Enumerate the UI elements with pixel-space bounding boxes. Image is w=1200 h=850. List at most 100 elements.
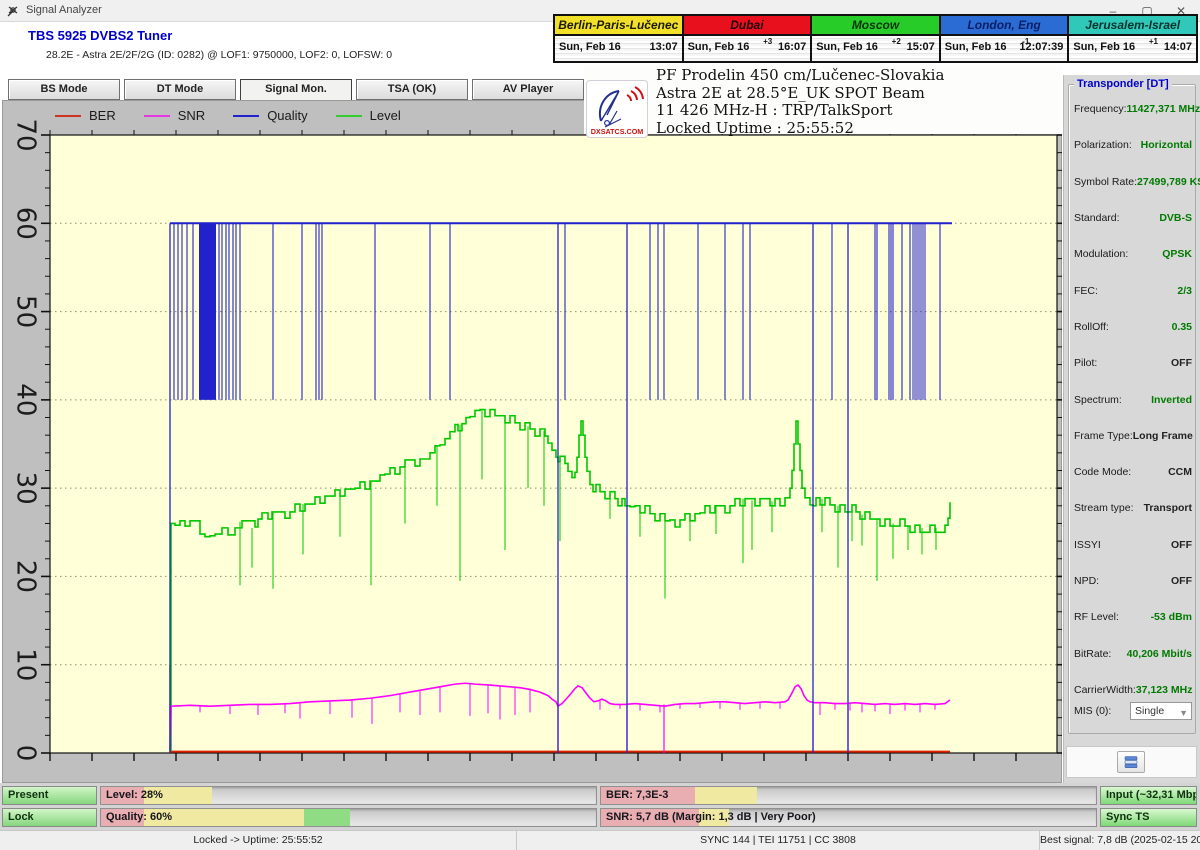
- mis-dropdown[interactable]: Single ▼: [1130, 702, 1192, 720]
- world-clocks: Berlin-Paris-Lučenec Sun, Feb 16 13:07 Duba…: [553, 14, 1198, 63]
- progress-label: Level: 28%: [106, 789, 163, 801]
- y-axis-label-50: 50: [11, 295, 41, 328]
- tuner-subtitle: 28.2E - Astra 2E/2F/2G (ID: 0282) @ LOF1…: [46, 49, 392, 61]
- transponder-row-label: Symbol Rate:: [1074, 176, 1137, 188]
- transponder-row: Symbol Rate:27499,789 KS/s: [1074, 175, 1192, 189]
- transponder-row: Polarization:Horizontal: [1074, 138, 1192, 152]
- clock-date: Sun, Feb 16: [559, 41, 621, 53]
- transponder-groupbox-title: Transponder [DT]: [1074, 78, 1172, 90]
- clock-1: Dubai Sun, Feb 16 +3 16:07: [684, 16, 813, 61]
- status-row-lock: Lock Quality: 60% SNR: 5,7 dB (Margin: 1,3…: [0, 808, 1200, 827]
- progress-label: SNR: 5,7 dB (Margin: 1,3 dB | Very Poor): [606, 811, 816, 823]
- mode-button-dt-mode[interactable]: DT Mode: [124, 79, 236, 100]
- transponder-row-label: Spectrum:: [1074, 394, 1122, 406]
- transponder-row: Pilot:OFF: [1074, 356, 1192, 370]
- signal-status-area: Present Level: 28% BER: 7,3E-3Input (~32,3…: [0, 783, 1200, 830]
- clock-city: Jerusalem-Israel: [1069, 16, 1196, 36]
- progress-bar: BER: 7,3E-3: [600, 786, 1097, 805]
- transponder-row-value: Long Frame: [1133, 430, 1193, 442]
- legend-item-snr: SNR: [144, 108, 205, 123]
- transponder-row-value: 40,206 Mbit/s: [1127, 648, 1192, 660]
- transponder-row: BitRate:40,206 Mbit/s: [1074, 647, 1192, 661]
- transponder-row: Standard:DVB-S: [1074, 211, 1192, 225]
- transponder-row-label: RF Level:: [1074, 611, 1119, 623]
- window-title: Signal Analyzer: [26, 4, 102, 16]
- transponder-row-label: ISSYI: [1074, 539, 1101, 551]
- progress-fill: [695, 787, 757, 804]
- progress-label: Quality: 60%: [106, 811, 172, 823]
- mode-button-bs-mode[interactable]: BS Mode: [8, 79, 120, 100]
- transponder-row-label: Code Mode:: [1074, 466, 1131, 478]
- chevron-down-icon: ▼: [1179, 705, 1188, 721]
- clock-utc-offset: +1: [1149, 37, 1158, 46]
- transponder-row-value: 37,123 MHz: [1136, 684, 1193, 696]
- clock-time-row: Sun, Feb 16+215:07: [812, 36, 939, 61]
- mis-row: MIS (0): Single ▼: [1074, 702, 1192, 720]
- info-line-1: PF Prodelin 450 cm/Lučenec-Slovakia: [656, 67, 1066, 85]
- status-row-present: Present Level: 28% BER: 7,3E-3Input (~32,3…: [0, 786, 1200, 805]
- mode-button-av-player[interactable]: AV Player: [472, 79, 584, 100]
- chart-legend: BERSNRQualityLevel: [55, 108, 401, 123]
- clock-time-row: Sun, Feb 16-112:07:39: [941, 36, 1068, 61]
- transponder-row: CarrierWidth:37,123 MHz: [1074, 683, 1192, 697]
- status-tag-present: Present: [2, 786, 97, 805]
- info-line-3: 11 426 MHz-H : TRP/TalkSport: [656, 102, 1066, 120]
- mode-button-bar: BS ModeDT ModeSignal Mon.TSA (OK)AV Play…: [8, 79, 584, 101]
- mode-button-tsa-ok-[interactable]: TSA (OK): [356, 79, 468, 100]
- clock-city: Moscow: [812, 16, 939, 36]
- clock-time-row: Sun, Feb 16+114:07: [1069, 36, 1196, 61]
- mis-selected-value: Single: [1135, 705, 1164, 717]
- transponder-row-value: 0.35: [1172, 321, 1192, 333]
- status-uptime: Locked -> Uptime: 25:55:52: [0, 831, 517, 850]
- transponder-row: Stream type: Transport: [1074, 501, 1192, 515]
- transponder-row: Frame Type:Long Frame: [1074, 429, 1192, 443]
- transponder-row-value: OFF: [1171, 575, 1192, 587]
- status-tag-lock: Lock: [2, 808, 97, 827]
- transponder-row: ISSYIOFF: [1074, 538, 1192, 552]
- info-line-2: Astra 2E at 28.5°E_UK SPOT Beam: [656, 85, 1066, 103]
- clock-utc-offset: +3: [763, 37, 772, 46]
- transponder-row-value: Inverted: [1151, 394, 1192, 406]
- clock-time: 16:07: [778, 41, 806, 53]
- progress-fill: [304, 809, 350, 826]
- mode-button-signal-mon-[interactable]: Signal Mon.: [240, 79, 352, 102]
- transponder-row-value: 27499,789 KS/s: [1137, 176, 1200, 188]
- transponder-row-label: Stream type:: [1074, 502, 1134, 514]
- transponder-row: Code Mode:CCM: [1074, 465, 1192, 479]
- transponder-row-label: RollOff:: [1074, 321, 1109, 333]
- clock-4: Jerusalem-IsraelSun, Feb 16+114:07: [1069, 16, 1196, 61]
- transponder-row: RF Level: -53 dBm: [1074, 610, 1192, 624]
- legend-dash: [336, 115, 362, 117]
- legend-label: SNR: [178, 108, 205, 123]
- signal-chart[interactable]: 010203040506070: [0, 100, 1062, 783]
- clock-time: 13:07: [649, 41, 677, 53]
- transponder-row: FEC:2/3: [1074, 284, 1192, 298]
- clock-time: 14:07: [1164, 41, 1192, 53]
- clock-city: Dubai: [684, 16, 811, 36]
- app-icon: [6, 4, 20, 18]
- legend-label: Level: [370, 108, 401, 123]
- status-tag-right: Sync TS: [1100, 808, 1197, 827]
- transponder-row-value: DVB-S: [1159, 212, 1192, 224]
- clock-time-row: Sun, Feb 16 13:07: [555, 36, 682, 61]
- transponder-row: NPD:OFF: [1074, 574, 1192, 588]
- clock-3: London, EngSun, Feb 16-112:07:39: [941, 16, 1070, 61]
- stream-stack-icon: [1124, 755, 1138, 769]
- legend-item-ber: BER: [55, 108, 116, 123]
- transponder-row-value: OFF: [1171, 357, 1192, 369]
- transponder-row-label: FEC:: [1074, 285, 1098, 297]
- tuner-title: TBS 5925 DVBS2 Tuner: [28, 28, 172, 43]
- status-sync-counters: SYNC 144 | TEI 11751 | CC 3808: [517, 831, 1040, 850]
- status-tag-right: Input (~32,31 Mbps): [1100, 786, 1197, 805]
- progress-bar: Level: 28%: [100, 786, 597, 805]
- progress-bar: Quality: 60%: [100, 808, 597, 827]
- clock-city: Berlin-Paris-Lučenec: [555, 16, 682, 36]
- y-axis-label-40: 40: [11, 383, 41, 416]
- y-axis-label-30: 30: [11, 472, 41, 505]
- transponder-row-value: Transport: [1144, 502, 1192, 514]
- transponder-row-value: -53 dBm: [1151, 611, 1192, 623]
- clock-date: Sun, Feb 16: [688, 41, 750, 53]
- transponder-row-label: Polarization:: [1074, 139, 1132, 151]
- clock-time: 15:07: [907, 41, 935, 53]
- clock-date: Sun, Feb 16: [816, 41, 878, 53]
